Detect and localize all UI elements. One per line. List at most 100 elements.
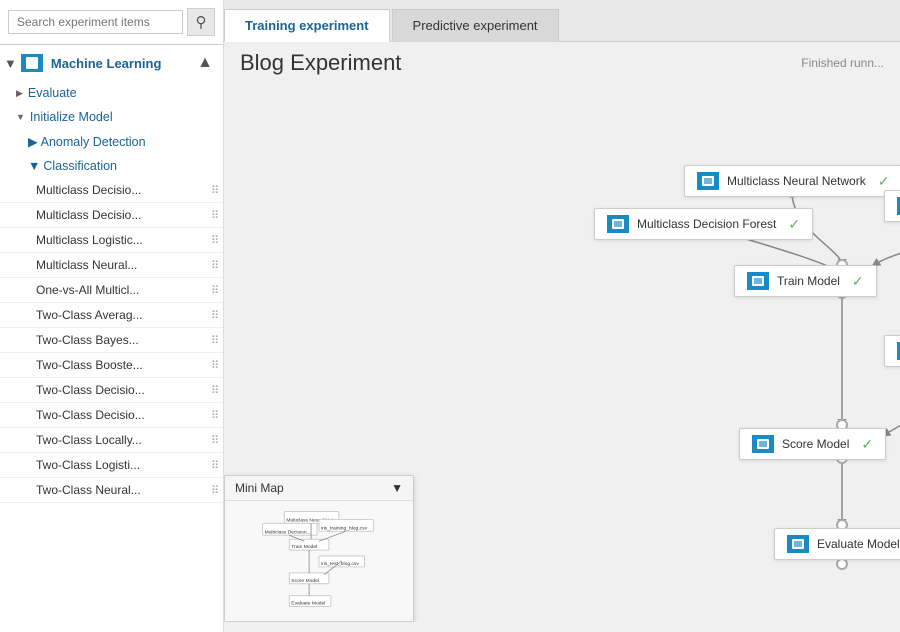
node-multiclass-df[interactable]: Multiclass Decision Forest ✓ bbox=[594, 208, 813, 240]
evaluate-arrow: ▶ bbox=[16, 88, 23, 99]
item-label: Two-Class Logisti... bbox=[36, 458, 140, 472]
svg-text:Multiclass Decision...: Multiclass Decision... bbox=[265, 529, 311, 535]
status-badge: Finished runn... bbox=[801, 56, 884, 70]
sidebar-item-machine-learning[interactable]: ▼ Machine Learning ▲ bbox=[0, 45, 223, 81]
svg-text:iris_training_blog.csv: iris_training_blog.csv bbox=[321, 525, 368, 531]
list-item[interactable]: Multiclass Decisio... ⠿ bbox=[0, 178, 223, 203]
machine-learning-label: Machine Learning bbox=[51, 56, 162, 71]
list-item[interactable]: One-vs-All Multicl... ⠿ bbox=[0, 278, 223, 303]
drag-icon: ⠿ bbox=[211, 359, 219, 372]
tab-training[interactable]: Training experiment bbox=[224, 9, 390, 42]
check-icon: ✓ bbox=[878, 173, 890, 190]
list-item[interactable]: Multiclass Neural... ⠿ bbox=[0, 253, 223, 278]
sidebar-item-anomaly-detection[interactable]: ▶ Anomaly Detection bbox=[0, 129, 223, 154]
anomaly-detection-label: Anomaly Detection bbox=[41, 135, 146, 149]
mini-map-content: Multiclass Neural Net iris_training_blog… bbox=[225, 501, 413, 621]
check-icon: ✓ bbox=[861, 436, 873, 453]
drag-icon: ⠿ bbox=[211, 409, 219, 422]
initialize-model-arrow: ▼ bbox=[16, 112, 25, 122]
module-icon bbox=[752, 435, 774, 453]
mini-map-svg: Multiclass Neural Net iris_training_blog… bbox=[225, 501, 413, 621]
item-label: Two-Class Neural... bbox=[36, 483, 141, 497]
mini-map-header[interactable]: Mini Map ▼ bbox=[225, 476, 413, 501]
node-score-model[interactable]: Score Model ✓ bbox=[739, 428, 886, 460]
drag-icon: ⠿ bbox=[211, 259, 219, 272]
anomaly-detection-arrow: ▶ bbox=[28, 134, 38, 149]
canvas-header: Blog Experiment Finished runn... bbox=[224, 42, 900, 80]
classification-arrow: ▼ bbox=[28, 159, 40, 173]
module-icon bbox=[747, 272, 769, 290]
svg-text:Evaluate Model: Evaluate Model bbox=[291, 601, 325, 607]
list-item[interactable]: Two-Class Logisti... ⠿ bbox=[0, 453, 223, 478]
tabs-bar: Training experiment Predictive experimen… bbox=[224, 0, 900, 42]
drag-icon: ⠿ bbox=[211, 309, 219, 322]
list-item[interactable]: Two-Class Bayes... ⠿ bbox=[0, 328, 223, 353]
mini-map-label: Mini Map bbox=[235, 481, 284, 495]
list-item[interactable]: Two-Class Locally... ⠿ bbox=[0, 428, 223, 453]
sidebar-item-classification[interactable]: ▼ Classification bbox=[0, 154, 223, 178]
machine-learning-icon bbox=[21, 54, 43, 72]
list-item[interactable]: Two-Class Decisio... ⠿ bbox=[0, 378, 223, 403]
item-label: Multiclass Neural... bbox=[36, 258, 137, 272]
search-input[interactable] bbox=[8, 10, 183, 34]
list-item[interactable]: Multiclass Logistic... ⠿ bbox=[0, 228, 223, 253]
module-icon bbox=[787, 535, 809, 553]
check-icon: ✓ bbox=[788, 216, 800, 233]
initialize-model-label: Initialize Model bbox=[30, 110, 113, 124]
list-item[interactable]: Multiclass Decisio... ⠿ bbox=[0, 203, 223, 228]
mini-map: Mini Map ▼ Multiclass Neural Net iris_tr… bbox=[224, 475, 414, 622]
module-icon bbox=[607, 215, 629, 233]
node-label: Multiclass Neural Network bbox=[727, 174, 866, 188]
check-icon: ✓ bbox=[852, 273, 864, 290]
drag-icon: ⠿ bbox=[211, 384, 219, 397]
item-label: Two-Class Locally... bbox=[36, 433, 142, 447]
node-label: Train Model bbox=[777, 274, 840, 288]
drag-icon: ⠿ bbox=[211, 284, 219, 297]
list-item[interactable]: Two-Class Neural... ⠿ bbox=[0, 478, 223, 503]
drag-icon: ⠿ bbox=[211, 484, 219, 497]
node-iris-training[interactable]: iris_training_blog.csv bbox=[884, 190, 900, 222]
chevron-down-icon: ▼ bbox=[391, 481, 403, 495]
node-multiclass-nn[interactable]: Multiclass Neural Network ✓ bbox=[684, 165, 900, 197]
node-evaluate-model[interactable]: Evaluate Model ✓ bbox=[774, 528, 900, 560]
list-item[interactable]: Two-Class Booste... ⠿ bbox=[0, 353, 223, 378]
drag-icon: ⠿ bbox=[211, 334, 219, 347]
collapse-button[interactable]: ▲ bbox=[195, 53, 215, 73]
drag-icon: ⠿ bbox=[211, 434, 219, 447]
node-iris-test[interactable]: iris_test_blog.csv bbox=[884, 335, 900, 367]
tab-predictive[interactable]: Predictive experiment bbox=[392, 9, 559, 42]
node-label: Multiclass Decision Forest bbox=[637, 217, 776, 231]
sidebar-content: ▼ Machine Learning ▲ ▶ Evaluate ▼ Initia… bbox=[0, 45, 223, 632]
item-label: One-vs-All Multicl... bbox=[36, 283, 139, 297]
evaluate-label: Evaluate bbox=[28, 86, 77, 100]
module-icon bbox=[697, 172, 719, 190]
item-label: Two-Class Bayes... bbox=[36, 333, 139, 347]
svg-text:Score Model: Score Model bbox=[291, 578, 319, 584]
sidebar-item-evaluate[interactable]: ▶ Evaluate bbox=[0, 81, 223, 105]
item-label: Two-Class Decisio... bbox=[36, 408, 145, 422]
item-label: Two-Class Booste... bbox=[36, 358, 143, 372]
item-label: Multiclass Decisio... bbox=[36, 183, 141, 197]
page-title: Blog Experiment bbox=[240, 50, 401, 76]
main-panel: Training experiment Predictive experimen… bbox=[224, 0, 900, 632]
drag-icon: ⠿ bbox=[211, 184, 219, 197]
drag-icon: ⠿ bbox=[211, 234, 219, 247]
drag-icon: ⠿ bbox=[211, 209, 219, 222]
node-label: Evaluate Model bbox=[817, 537, 900, 551]
search-bar: ⚲ bbox=[0, 0, 223, 45]
node-train-model[interactable]: Train Model ✓ bbox=[734, 265, 877, 297]
list-item[interactable]: Two-Class Decisio... ⠿ bbox=[0, 403, 223, 428]
item-label: Multiclass Decisio... bbox=[36, 208, 141, 222]
experiment-canvas[interactable]: Multiclass Neural Network ✓ iris_trainin… bbox=[224, 80, 900, 622]
svg-text:Train Model: Train Model bbox=[291, 544, 317, 550]
drag-icon: ⠿ bbox=[211, 459, 219, 472]
list-item[interactable]: Two-Class Averag... ⠿ bbox=[0, 303, 223, 328]
node-label: Score Model bbox=[782, 437, 849, 451]
sidebar: ⚲ ▼ Machine Learning ▲ ▶ Evaluate ▼ Init… bbox=[0, 0, 224, 632]
search-icon[interactable]: ⚲ bbox=[187, 8, 215, 36]
sidebar-item-initialize-model[interactable]: ▼ Initialize Model bbox=[0, 105, 223, 129]
item-label: Two-Class Averag... bbox=[36, 308, 143, 322]
classification-label: Classification bbox=[43, 159, 117, 173]
canvas-wrapper: Blog Experiment Finished runn... bbox=[224, 42, 900, 632]
item-label: Multiclass Logistic... bbox=[36, 233, 143, 247]
